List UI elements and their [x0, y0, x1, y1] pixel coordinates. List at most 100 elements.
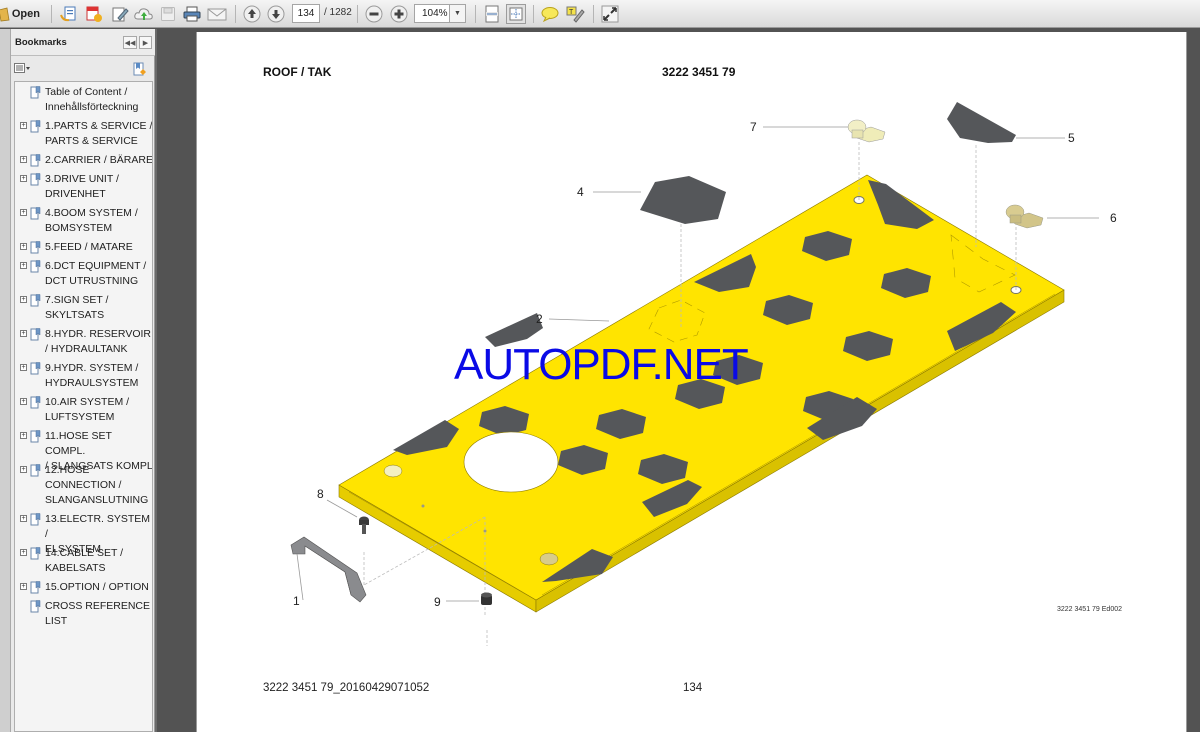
callout-4: 4 — [577, 185, 584, 199]
bookmark-item[interactable]: +10.AIR SYSTEM / LUFTSYSTEM — [15, 395, 152, 425]
loose-trapezoid-pad — [947, 102, 1016, 143]
bookmark-icon — [30, 600, 41, 618]
highlight-icon[interactable]: T — [565, 4, 585, 24]
plate-hole — [463, 431, 559, 493]
callout-6: 6 — [1110, 211, 1117, 225]
expand-toggle-icon[interactable]: + — [20, 515, 27, 522]
bookmark-icon — [30, 464, 41, 482]
expand-panel-button[interactable]: ▶ — [139, 36, 152, 49]
expand-toggle-icon[interactable]: + — [20, 209, 27, 216]
toolbar-separator — [51, 5, 52, 23]
toolbar-separator — [533, 5, 534, 23]
create-pdf-icon[interactable] — [59, 4, 79, 24]
expand-toggle-icon[interactable]: + — [20, 156, 27, 163]
save-icon[interactable] — [158, 4, 178, 24]
bookmark-label: 14.CABLE SET / KABELSATS — [45, 547, 124, 574]
zoom-dropdown-button[interactable]: ▼ — [449, 4, 466, 23]
find-bookmark-icon[interactable] — [132, 61, 148, 82]
fit-width-icon[interactable] — [482, 4, 502, 24]
svg-text:T: T — [569, 9, 574, 16]
bookmark-icon — [30, 430, 41, 448]
bookmark-label: 15.OPTION / OPTION — [45, 581, 149, 593]
bookmark-icon — [30, 86, 41, 104]
bookmark-item[interactable]: +14.CABLE SET / KABELSATS — [15, 546, 152, 576]
bookmark-icon — [30, 120, 41, 138]
callout-5: 5 — [1068, 131, 1075, 145]
bolt-part-8 — [359, 516, 369, 534]
latch-part-7 — [847, 119, 886, 143]
bookmark-item[interactable]: +5.FEED / MATARE — [15, 240, 152, 255]
bookmark-icon — [30, 547, 41, 565]
next-page-icon[interactable] — [266, 4, 286, 24]
plug-light — [383, 464, 403, 478]
bookmark-item[interactable]: +11.HOSE SET COMPL. / SLANGSATS KOMPL — [15, 429, 152, 472]
comment-icon[interactable] — [540, 4, 560, 24]
bookmark-label: 12.HOSE CONNECTION / SLANGANSLUTNING — [45, 464, 149, 506]
zoom-out-icon[interactable] — [364, 4, 384, 24]
bookmark-icon — [30, 173, 41, 191]
bookmark-label: 1.PARTS & SERVICE / PARTS & SERVICE — [45, 120, 153, 147]
bookmark-icon — [30, 581, 41, 599]
watermark-text: AUTOPDF.NET — [454, 340, 749, 389]
bookmark-icon — [30, 513, 41, 531]
expand-toggle-icon[interactable]: + — [20, 398, 27, 405]
bookmark-item[interactable]: +8.HYDR. RESERVOIR / HYDRAULTANK — [15, 327, 152, 357]
expand-toggle-icon[interactable]: + — [20, 122, 27, 129]
options-menu-icon[interactable] — [14, 63, 32, 76]
bookmarks-tree: Table of Content / Innehållsförteckning +… — [14, 81, 153, 732]
open-button[interactable]: Open — [0, 3, 42, 25]
navigation-icon-strip — [0, 29, 11, 732]
fullscreen-icon[interactable] — [600, 4, 620, 24]
bookmark-item[interactable]: +6.DCT EQUIPMENT / DCT UTRUSTNING — [15, 259, 152, 289]
expand-toggle-icon[interactable]: + — [20, 262, 27, 269]
edit-pdf-icon[interactable] — [110, 4, 130, 24]
expand-toggle-icon[interactable]: + — [20, 583, 27, 590]
bookmark-label: 3.DRIVE UNIT / DRIVENHET — [45, 173, 119, 200]
cloud-upload-icon[interactable] — [134, 4, 154, 24]
bookmark-item[interactable]: +2.CARRIER / BÄRARE — [15, 153, 152, 168]
latch-part-6 — [1005, 204, 1044, 229]
callout-9: 9 — [434, 595, 441, 609]
fit-page-icon[interactable] — [506, 4, 526, 24]
bookmark-label: CROSS REFERENCE LIST — [45, 600, 151, 627]
collapse-panel-button[interactable]: ◀◀ — [123, 36, 137, 49]
toolbar: Open 134 / 1282 104% ▼ T — [0, 0, 1200, 28]
bookmark-item[interactable]: +7.SIGN SET / SKYLTSATS — [15, 293, 152, 323]
bookmark-item[interactable]: +1.PARTS & SERVICE / PARTS & SERVICE — [15, 119, 153, 149]
bookmark-item[interactable]: +3.DRIVE UNIT / DRIVENHET — [15, 172, 152, 202]
expand-toggle-icon[interactable]: + — [20, 466, 27, 473]
bookmark-item[interactable]: +15.OPTION / OPTION — [15, 580, 152, 595]
plug-tan — [539, 552, 559, 566]
bookmark-icon — [30, 241, 41, 259]
previous-page-icon[interactable] — [242, 4, 262, 24]
toolbar-separator — [235, 5, 236, 23]
expand-toggle-icon[interactable]: + — [20, 330, 27, 337]
export-pdf-icon[interactable] — [84, 4, 104, 24]
bookmark-icon — [30, 328, 41, 346]
bookmark-item[interactable]: +9.HYDR. SYSTEM / HYDRAULSYSTEM — [15, 361, 152, 391]
bookmarks-panel: Bookmarks ◀◀ ▶ Table of Content / Innehå… — [11, 29, 155, 732]
bookmark-item[interactable]: +12.HOSE CONNECTION / SLANGANSLUTNING — [15, 463, 152, 508]
bookmark-label: 9.HYDR. SYSTEM / HYDRAULSYSTEM — [45, 362, 139, 389]
bookmark-item[interactable]: CROSS REFERENCE LIST — [15, 599, 152, 629]
bookmark-item[interactable]: Table of Content / Innehållsförteckning — [15, 85, 152, 115]
toolbar-separator — [475, 5, 476, 23]
bookmark-item[interactable]: +4.BOOM SYSTEM / BOMSYSTEM — [15, 206, 152, 236]
bookmark-label: 8.HYDR. RESERVOIR / HYDRAULTANK — [45, 328, 151, 355]
bookmarks-title: Bookmarks — [15, 37, 67, 48]
expand-toggle-icon[interactable]: + — [20, 175, 27, 182]
zoom-in-icon[interactable] — [389, 4, 409, 24]
bookmark-icon — [30, 207, 41, 225]
pdf-page: ROOF / TAK 3222 3451 79 1 2 4 5 6 7 8 9 … — [196, 32, 1187, 732]
screw-hole — [421, 504, 425, 508]
bookmark-icon — [30, 294, 41, 312]
print-icon[interactable] — [182, 4, 202, 24]
email-icon[interactable] — [207, 4, 227, 24]
expand-toggle-icon[interactable]: + — [20, 549, 27, 556]
expand-toggle-icon[interactable]: + — [20, 432, 27, 439]
expand-toggle-icon[interactable]: + — [20, 364, 27, 371]
page-number-input[interactable]: 134 — [292, 4, 320, 23]
expand-toggle-icon[interactable]: + — [20, 296, 27, 303]
expand-toggle-icon[interactable]: + — [20, 243, 27, 250]
bookmark-item[interactable]: +13.ELECTR. SYSTEM / ELSYSTEM — [15, 512, 152, 555]
